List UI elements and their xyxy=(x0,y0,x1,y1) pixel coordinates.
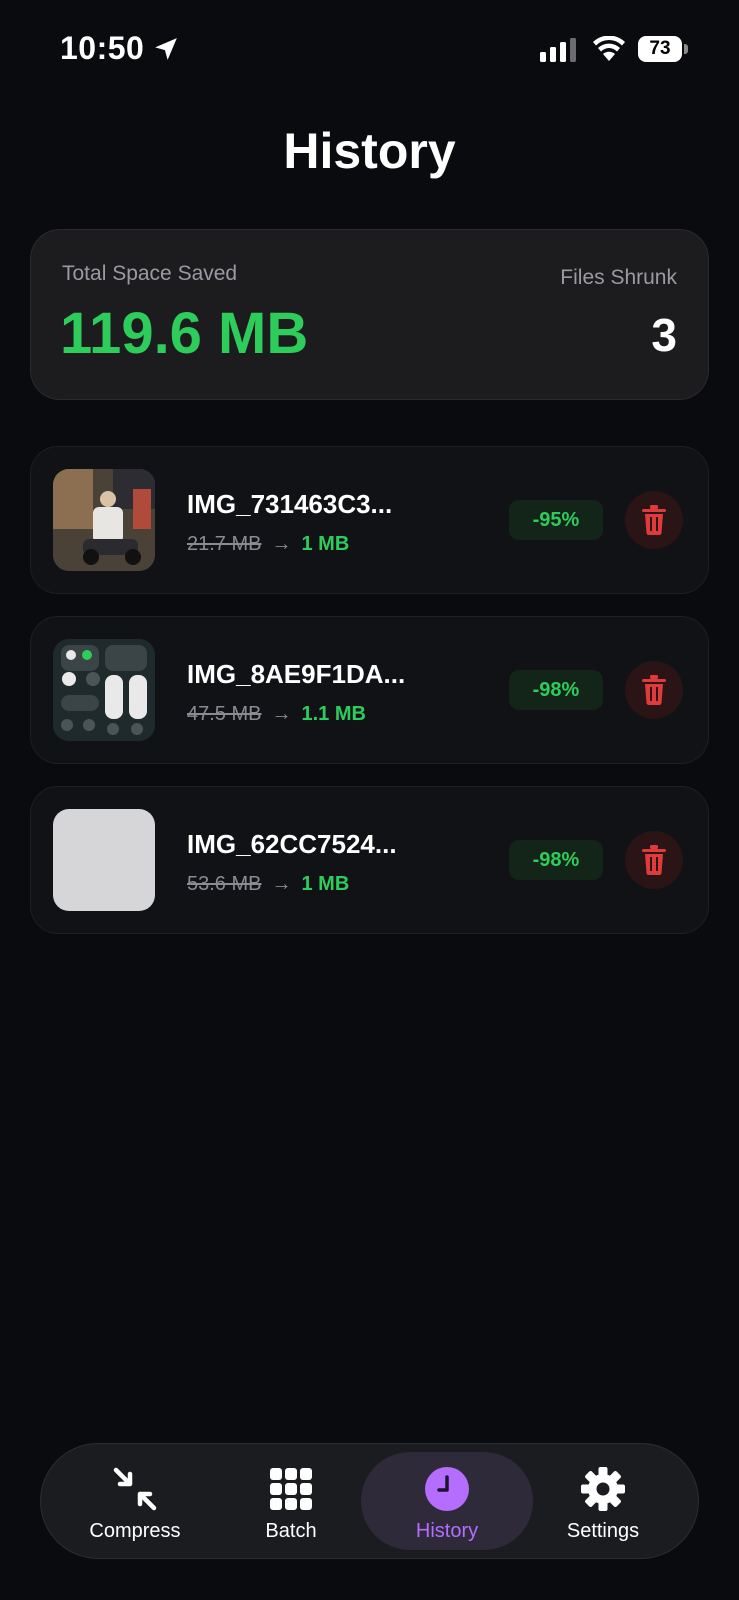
compressed-size: 1 MB xyxy=(301,533,350,555)
size-change: 47.5 MB → 1.1 MB xyxy=(187,703,366,726)
arrow-right-icon: → xyxy=(271,703,292,725)
cellular-signal-icon xyxy=(540,38,576,62)
wifi-icon xyxy=(593,36,625,61)
arrow-right-icon: → xyxy=(271,533,292,555)
delete-button[interactable] xyxy=(625,831,683,889)
reduction-badge: -98% xyxy=(509,670,603,710)
file-name: IMG_8AE9F1DA... xyxy=(187,659,406,689)
tab-label: Batch xyxy=(265,1520,317,1542)
clock-icon xyxy=(425,1467,469,1511)
original-size: 21.7 MB xyxy=(187,533,262,555)
tab-compress[interactable]: Compress xyxy=(55,1444,215,1558)
size-change: 53.6 MB → 1 MB xyxy=(187,873,349,896)
size-change: 21.7 MB → 1 MB xyxy=(187,533,349,556)
file-name: IMG_62CC7524... xyxy=(187,829,397,859)
trash-icon xyxy=(642,505,666,535)
arrow-right-icon: → xyxy=(271,873,292,895)
trash-icon xyxy=(642,675,666,705)
original-size: 53.6 MB xyxy=(187,873,262,895)
compress-icon xyxy=(113,1467,157,1511)
thumbnail-image xyxy=(53,469,155,571)
page-title: History xyxy=(283,123,456,179)
files-shrunk-label: Files Shrunk xyxy=(560,266,677,289)
tab-label: Settings xyxy=(566,1520,640,1542)
status-bar: 10:50 73 xyxy=(0,0,739,100)
gear-icon xyxy=(581,1467,625,1511)
total-space-saved-value: 119.6 MB xyxy=(60,301,309,366)
delete-button[interactable] xyxy=(625,491,683,549)
history-item[interactable]: IMG_8AE9F1DA... 47.5 MB → 1.1 MB -98% xyxy=(30,616,709,764)
reduction-badge: -98% xyxy=(509,840,603,880)
tab-history[interactable]: History xyxy=(361,1452,533,1550)
reduction-badge: -95% xyxy=(509,500,603,540)
compressed-size: 1.1 MB xyxy=(301,703,366,725)
tab-batch[interactable]: Batch xyxy=(211,1444,371,1558)
battery-tip xyxy=(684,44,688,54)
history-item[interactable]: IMG_731463C3... 21.7 MB → 1 MB -95% xyxy=(30,446,709,594)
compressed-size: 1 MB xyxy=(301,873,350,895)
battery-level: 73 xyxy=(638,36,682,62)
delete-button[interactable] xyxy=(625,661,683,719)
tab-label: History xyxy=(415,1520,479,1542)
battery-indicator: 73 xyxy=(638,36,688,62)
status-time: 10:50 xyxy=(60,30,145,66)
summary-card: Total Space Saved 119.6 MB Files Shrunk … xyxy=(30,229,709,400)
tab-bar: Compress Batch History Settings xyxy=(40,1443,699,1559)
grid-icon xyxy=(270,1468,312,1510)
history-item[interactable]: IMG_62CC7524... 53.6 MB → 1 MB -98% xyxy=(30,786,709,934)
thumbnail-image xyxy=(53,809,155,911)
files-shrunk-value: 3 xyxy=(651,309,677,361)
trash-icon xyxy=(642,845,666,875)
file-name: IMG_731463C3... xyxy=(187,489,393,519)
original-size: 47.5 MB xyxy=(187,703,262,725)
tab-label: Compress xyxy=(89,1520,181,1542)
thumbnail-image xyxy=(53,639,155,741)
tab-settings[interactable]: Settings xyxy=(523,1444,683,1558)
total-space-saved-label: Total Space Saved xyxy=(62,262,238,285)
location-arrow-icon xyxy=(155,38,177,60)
